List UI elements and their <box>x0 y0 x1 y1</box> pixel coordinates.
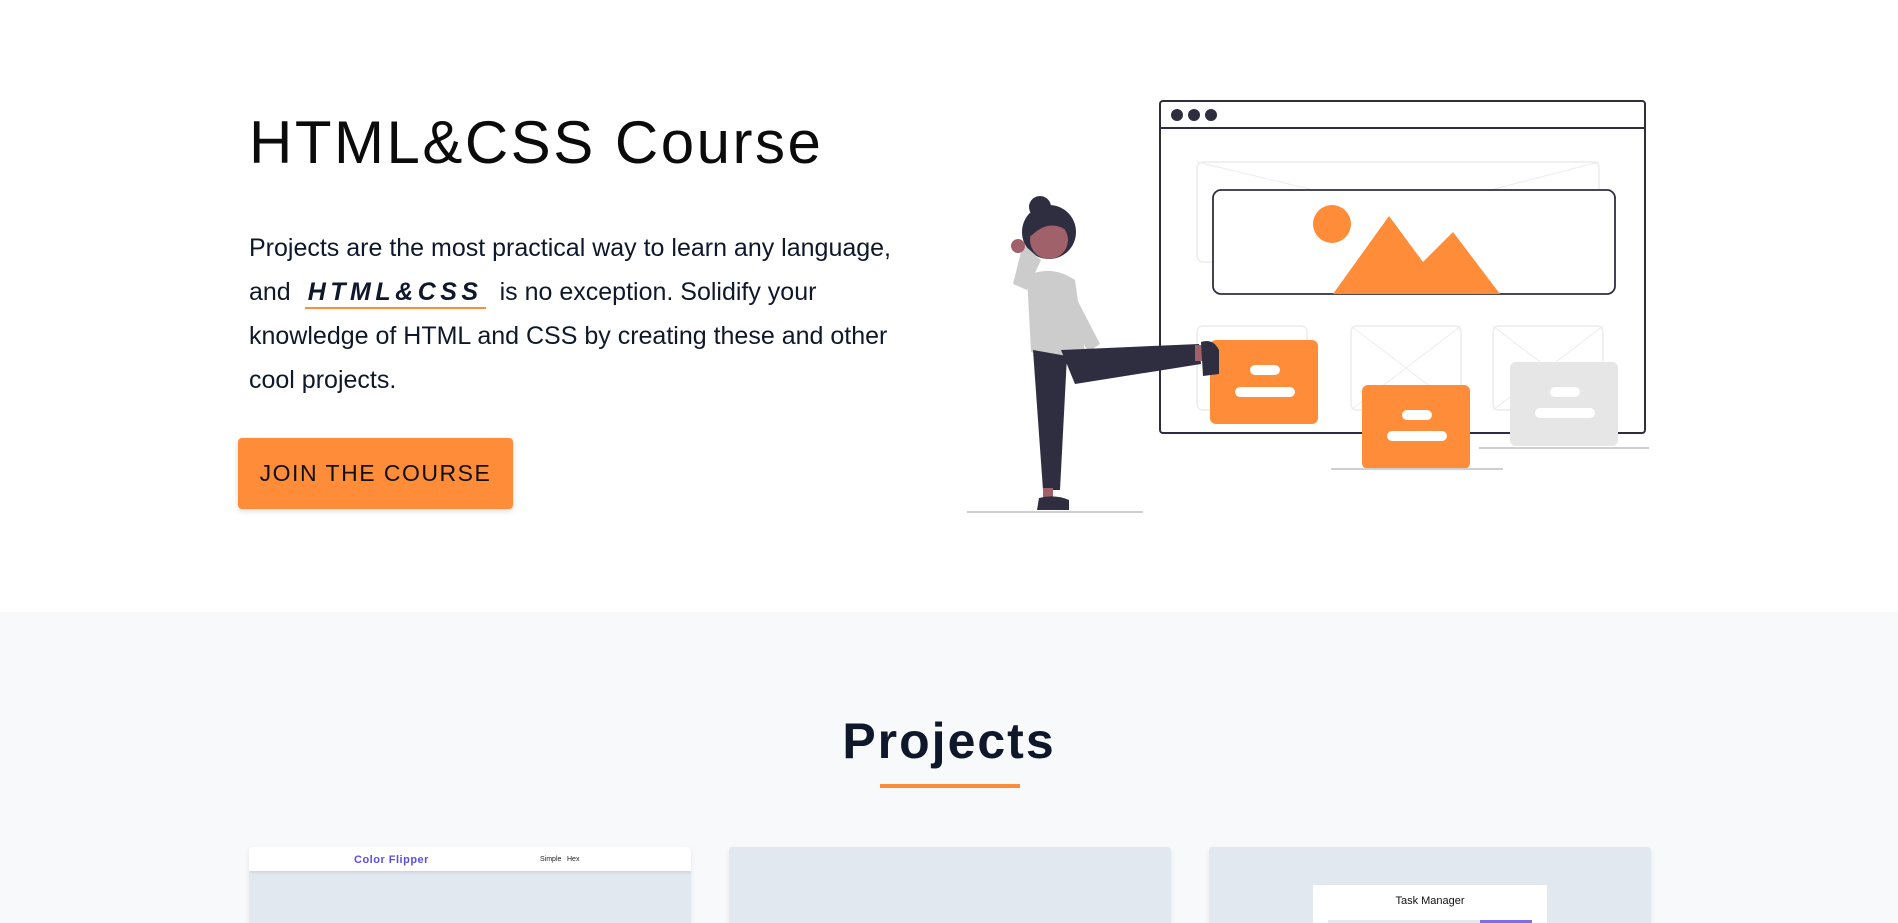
join-course-button[interactable]: JOIN THE COURSE <box>238 438 513 509</box>
hero-illustration <box>967 100 1649 513</box>
projects-title: Projects <box>842 713 1056 769</box>
hero-description: Projects are the most practical way to l… <box>249 226 909 402</box>
gray-card <box>1510 362 1618 446</box>
preview-link-hex: Hex <box>567 856 580 863</box>
orange-card-1 <box>1210 340 1318 424</box>
preview-task-panel: Task Manager <box>1313 885 1547 923</box>
project-card-task-manager[interactable]: Task Manager <box>1209 847 1651 923</box>
hero-highlight: HTML&CSS <box>304 277 486 309</box>
hero-title: HTML&CSS Course <box>249 109 824 176</box>
preview-task-title: Task Manager <box>1395 895 1465 907</box>
projects-section: Projects Color Flipper Simple Hex Task M… <box>0 612 1898 923</box>
project-card-blank[interactable] <box>729 847 1171 923</box>
orange-card-2 <box>1362 385 1470 469</box>
preview-navbar: Color Flipper Simple Hex <box>249 847 691 871</box>
projects-title-underline <box>880 784 1020 788</box>
preview-logo: Color Flipper <box>354 854 429 866</box>
preview-link-simple: Simple <box>540 856 562 863</box>
project-card-color-flipper[interactable]: Color Flipper Simple Hex <box>249 847 691 923</box>
hero-section: HTML&CSS Course Projects are the most pr… <box>0 0 1898 612</box>
